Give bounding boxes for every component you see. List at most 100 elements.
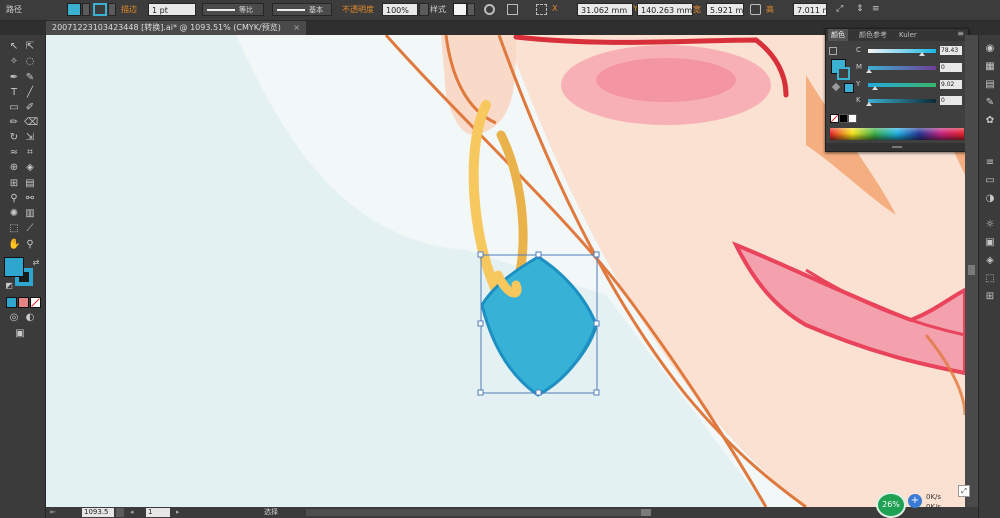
- brush-definition[interactable]: 基本: [272, 3, 332, 16]
- nav-first-icon[interactable]: ⇤: [50, 507, 56, 518]
- speed-gauge[interactable]: 26%: [876, 492, 906, 518]
- screen-mode-icon[interactable]: ▣: [14, 328, 26, 340]
- none-mode-icon[interactable]: [30, 297, 41, 308]
- channel-y[interactable]: Y 9.02: [856, 80, 966, 90]
- channel-thumb[interactable]: [866, 102, 872, 106]
- channel-thumb[interactable]: [872, 86, 878, 90]
- reference-point-icon[interactable]: [536, 4, 547, 15]
- column-graph-tool-icon[interactable]: ▥: [24, 208, 36, 220]
- scale-tool-icon[interactable]: ⇲: [24, 132, 36, 144]
- panel-resize-bar[interactable]: [826, 143, 968, 151]
- artboard-tool-icon[interactable]: ⬚: [8, 223, 20, 235]
- artboard-number-input[interactable]: 1: [146, 508, 170, 517]
- color-guide-icon[interactable]: ▦: [984, 61, 996, 73]
- color-mode-icon[interactable]: [6, 297, 17, 308]
- zoom-tool-icon[interactable]: ⚲: [24, 239, 36, 251]
- tab-kuler[interactable]: Kuler: [896, 29, 920, 41]
- stroke-dropdown[interactable]: [108, 3, 116, 16]
- channel-thumb[interactable]: [919, 52, 925, 56]
- rotate-tool-icon[interactable]: ↻: [8, 132, 20, 144]
- perspective-grid-tool-icon[interactable]: ⊞: [8, 178, 20, 190]
- blend-tool-icon[interactable]: ⚯: [24, 193, 36, 205]
- default-colors-icon[interactable]: ◩: [3, 280, 15, 292]
- appearance-panel-icon[interactable]: ☼: [984, 219, 996, 231]
- channel-track[interactable]: [868, 66, 936, 70]
- document-tab[interactable]: 20071223103423448 [转换].ai* @ 1093.51% (C…: [46, 21, 306, 35]
- prev-artboard-icon[interactable]: ◂: [130, 507, 134, 518]
- channel-value-input[interactable]: 78.43: [940, 46, 962, 55]
- channel-k[interactable]: K 0: [856, 96, 966, 106]
- channel-track[interactable]: [868, 49, 936, 53]
- slice-tool-icon[interactable]: ⟋: [24, 223, 36, 235]
- draw-behind-icon[interactable]: ◐: [24, 312, 36, 324]
- tab-color[interactable]: 颜色: [828, 29, 848, 41]
- width-input[interactable]: 5.921 mm: [706, 3, 744, 16]
- out-of-gamut-icon[interactable]: [831, 82, 841, 92]
- fill-box[interactable]: [4, 257, 24, 277]
- draw-mode-icon[interactable]: ◎: [8, 312, 20, 324]
- channel-value-input[interactable]: 0: [940, 96, 962, 105]
- channel-value-input[interactable]: 0: [940, 63, 962, 72]
- layers-panel-icon[interactable]: ◈: [984, 255, 996, 267]
- opacity-label[interactable]: 不透明度: [342, 4, 374, 15]
- eyedropper-tool-icon[interactable]: ⚲: [8, 193, 20, 205]
- rectangle-tool-icon[interactable]: ▭: [8, 102, 20, 114]
- black-swatch[interactable]: [839, 114, 848, 123]
- constrain-link-icon[interactable]: [750, 4, 761, 15]
- zoom-level-input[interactable]: 1093.5: [82, 508, 114, 517]
- type-tool-icon[interactable]: T: [8, 87, 20, 99]
- horizontal-scrollbar[interactable]: [306, 509, 651, 516]
- none-swatch[interactable]: [830, 114, 839, 123]
- panel-menu-icon[interactable]: ≡: [957, 29, 964, 38]
- channel-c[interactable]: C 78.43: [856, 46, 966, 56]
- white-swatch[interactable]: [848, 114, 857, 123]
- curvature-tool-icon[interactable]: ✎: [24, 72, 36, 84]
- default-swatch-icon[interactable]: [829, 47, 837, 55]
- zoom-dropdown[interactable]: [116, 508, 124, 517]
- warp-tool-icon[interactable]: ≈: [8, 147, 20, 159]
- web-safe-swatch[interactable]: [844, 83, 854, 93]
- symbol-sprayer-tool-icon[interactable]: ✺: [8, 208, 20, 220]
- artboards-panel-icon[interactable]: ⬚: [984, 273, 996, 285]
- channel-track[interactable]: [868, 83, 936, 87]
- symbols-icon[interactable]: ✿: [984, 115, 996, 127]
- selection-tool-icon[interactable]: ↖: [8, 41, 20, 53]
- panel-menu-icon[interactable]: ≡: [872, 4, 883, 15]
- hand-tool-icon[interactable]: ✋: [8, 239, 20, 251]
- fill-dropdown[interactable]: [82, 3, 90, 16]
- style-dropdown[interactable]: [467, 3, 475, 16]
- vertical-scrollbar[interactable]: [965, 35, 978, 507]
- align-icon[interactable]: [507, 4, 518, 15]
- lasso-tool-icon[interactable]: ◌: [24, 56, 36, 68]
- stroke-panel-icon[interactable]: ≡: [984, 157, 996, 169]
- swap-fill-stroke-icon[interactable]: ⇄: [30, 257, 42, 269]
- gradient-panel-icon[interactable]: ▭: [984, 175, 996, 187]
- free-transform-tool-icon[interactable]: ⌗: [24, 147, 36, 159]
- stroke-color-swatch[interactable]: [93, 3, 107, 16]
- swatches-icon[interactable]: ▤: [984, 79, 996, 91]
- line-tool-icon[interactable]: ╱: [24, 87, 36, 99]
- variable-width-profile[interactable]: 等比: [202, 3, 264, 16]
- opacity-dropdown[interactable]: [419, 3, 429, 16]
- h-scroll-thumb[interactable]: [641, 509, 651, 516]
- y-input[interactable]: 140.263 mm: [637, 3, 693, 16]
- fill-color-swatch[interactable]: [67, 3, 81, 16]
- gradient-tool-icon[interactable]: ▤: [24, 178, 36, 190]
- paintbrush-tool-icon[interactable]: ✐: [24, 102, 36, 114]
- expand-icon[interactable]: ⤢: [958, 485, 970, 497]
- shape-builder-tool-icon[interactable]: ⊕: [8, 162, 20, 174]
- close-tab-icon[interactable]: ×: [293, 21, 300, 35]
- pencil-tool-icon[interactable]: ✏: [8, 117, 20, 129]
- magic-wand-tool-icon[interactable]: ✧: [8, 56, 20, 68]
- color-spectrum[interactable]: [830, 128, 964, 140]
- height-input[interactable]: 7.011 mm: [793, 3, 827, 16]
- color-panel-icon[interactable]: ◉: [984, 43, 996, 55]
- plus-icon[interactable]: +: [908, 494, 922, 508]
- x-input[interactable]: 31.062 mm: [577, 3, 633, 16]
- pen-tool-icon[interactable]: ✒: [8, 72, 20, 84]
- tab-color-guide[interactable]: 颜色参考: [856, 29, 890, 41]
- opacity-input[interactable]: 100%: [382, 3, 418, 16]
- channel-thumb[interactable]: [866, 69, 872, 73]
- panel-stroke-swatch[interactable]: [837, 67, 850, 80]
- channel-m[interactable]: M 0: [856, 63, 966, 73]
